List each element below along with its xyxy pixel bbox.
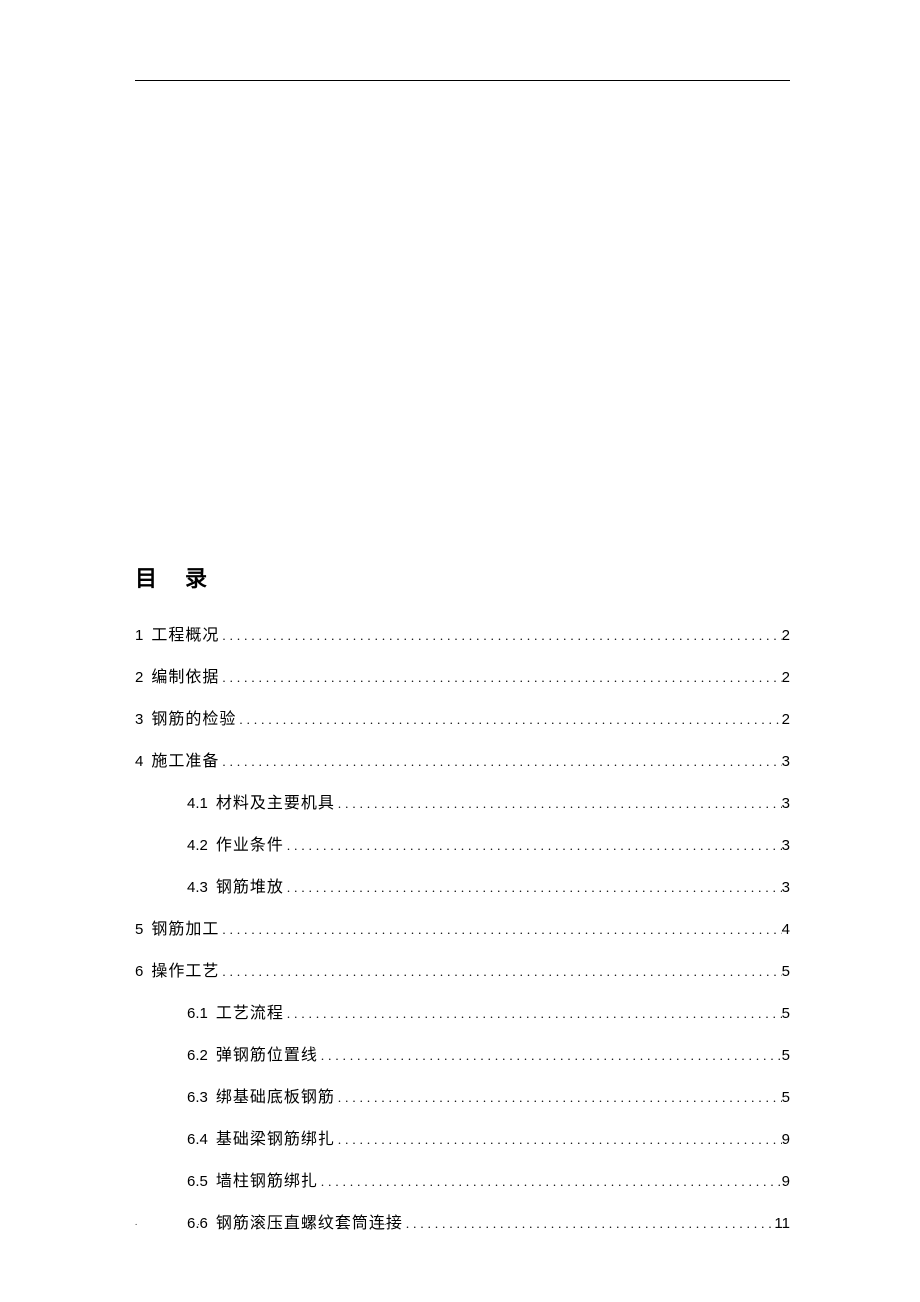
toc-page-number: 2 — [782, 711, 790, 728]
toc-number: 6.1 — [187, 1005, 208, 1022]
toc-number: 6.3 — [187, 1089, 208, 1106]
toc-leader-dots — [335, 1132, 782, 1148]
toc-number: 1 — [135, 627, 143, 644]
toc-page-number: 3 — [782, 753, 790, 770]
toc-leader-dots — [219, 964, 781, 980]
toc-entry: 4 施工准备 3 — [135, 747, 790, 771]
table-of-contents: 1 工程概况 2 2 编制依据 2 3 钢筋的检验 2 4 施工准备 3 4.1 材料及主要机具 3 4.2 作… — [135, 621, 790, 1233]
toc-page-number: 9 — [782, 1131, 790, 1148]
toc-page-number: 9 — [782, 1173, 790, 1190]
toc-label: 绑基础底板钢筋 — [216, 1083, 335, 1107]
toc-leader-dots — [219, 754, 781, 770]
toc-title: 目录 — [135, 561, 790, 593]
toc-entry: 6.5 墙柱钢筋绑扎 9 — [135, 1167, 790, 1191]
toc-page-number: 5 — [782, 963, 790, 980]
toc-leader-dots — [284, 838, 782, 854]
toc-entry: 2 编制依据 2 — [135, 663, 790, 687]
toc-number: 2 — [135, 669, 143, 686]
toc-label: 钢筋加工 — [151, 915, 219, 939]
toc-leader-dots — [219, 922, 781, 938]
toc-number: 4.2 — [187, 837, 208, 854]
toc-label: 操作工艺 — [151, 957, 219, 981]
toc-page-number: 2 — [782, 627, 790, 644]
toc-label: 钢筋堆放 — [216, 873, 284, 897]
toc-entry: 4.3 钢筋堆放 3 — [135, 873, 790, 897]
toc-label: 编制依据 — [151, 663, 219, 687]
toc-page-number: 5 — [782, 1089, 790, 1106]
document-page: 目录 1工程概况22编制依据23钢筋的检验24施工准备34.1材料及主要机具34… — [0, 0, 920, 1302]
toc-label: 作业条件 — [216, 831, 284, 855]
toc-page-number: 3 — [782, 837, 790, 854]
toc-entry: 6.2 弹钢筋位置线 5 — [135, 1041, 790, 1065]
toc-label: 施工准备 — [151, 747, 219, 771]
toc-label: 基础梁钢筋绑扎 — [216, 1125, 335, 1149]
toc-leader-dots — [335, 1090, 782, 1106]
toc-label: 钢筋的检验 — [151, 705, 236, 729]
toc-leader-dots — [284, 880, 782, 896]
header-rule — [135, 80, 790, 81]
toc-label: 材料及主要机具 — [216, 789, 335, 813]
toc-number: 3 — [135, 711, 143, 728]
toc-number: 4.3 — [187, 879, 208, 896]
toc-label: 墙柱钢筋绑扎 — [216, 1167, 318, 1191]
toc-entry: 6.4 基础梁钢筋绑扎 9 — [135, 1125, 790, 1149]
toc-label: 工艺流程 — [216, 999, 284, 1023]
toc-leader-dots — [318, 1174, 782, 1190]
toc-entry: 1 工程概况 2 — [135, 621, 790, 645]
toc-page-number: 3 — [782, 879, 790, 896]
toc-number: 6.2 — [187, 1047, 208, 1064]
toc-page-number: 5 — [782, 1005, 790, 1022]
toc-leader-dots — [318, 1048, 782, 1064]
toc-page-number: 5 — [782, 1047, 790, 1064]
toc-number: 4 — [135, 753, 143, 770]
toc-leader-dots — [335, 796, 782, 812]
toc-entry: 6.1 工艺流程 5 — [135, 999, 790, 1023]
footer-dots: ..... — [135, 1217, 446, 1227]
toc-leader-dots — [403, 1216, 775, 1232]
toc-number: 4.1 — [187, 795, 208, 812]
toc-entry: 6 操作工艺 5 — [135, 957, 790, 981]
toc-leader-dots — [284, 1006, 782, 1022]
toc-number: 6.4 — [187, 1131, 208, 1148]
toc-leader-dots — [236, 712, 781, 728]
toc-number: 5 — [135, 921, 143, 938]
toc-leader-dots — [219, 628, 781, 644]
toc-number: 6.5 — [187, 1173, 208, 1190]
toc-number: 6 — [135, 963, 143, 980]
toc-page-number: 11 — [774, 1215, 790, 1232]
toc-entry: 4.1 材料及主要机具 3 — [135, 789, 790, 813]
toc-leader-dots — [219, 670, 781, 686]
toc-label: 弹钢筋位置线 — [216, 1041, 318, 1065]
toc-entry: 6.3 绑基础底板钢筋 5 — [135, 1083, 790, 1107]
toc-page-number: 2 — [782, 669, 790, 686]
toc-label: 工程概况 — [151, 621, 219, 645]
toc-entry: 3 钢筋的检验 2 — [135, 705, 790, 729]
toc-page-number: 4 — [782, 921, 790, 938]
toc-entry: 4.2 作业条件 3 — [135, 831, 790, 855]
toc-page-number: 3 — [782, 795, 790, 812]
toc-entry: 5 钢筋加工 4 — [135, 915, 790, 939]
